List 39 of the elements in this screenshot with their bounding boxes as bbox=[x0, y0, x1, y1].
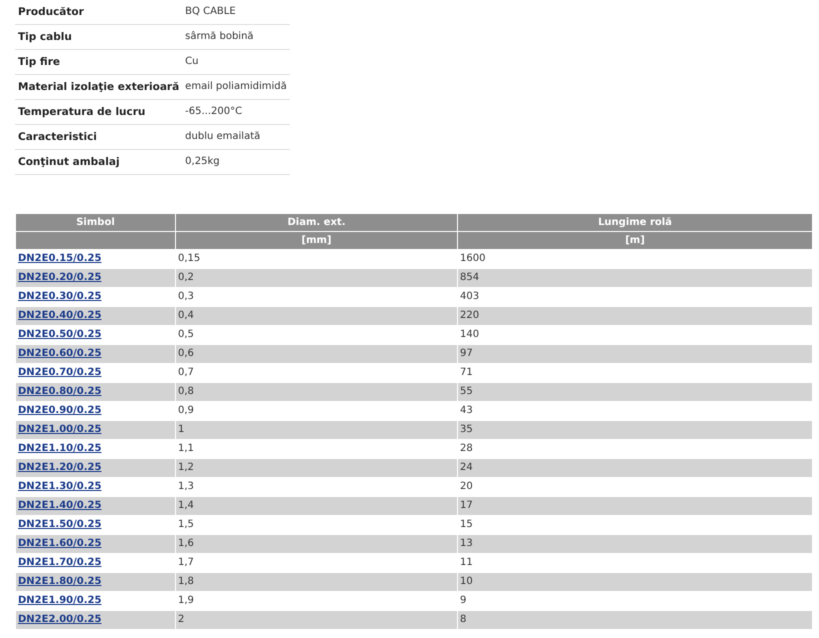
spec-value: Cu bbox=[182, 50, 290, 74]
table-cell: 854 bbox=[458, 268, 812, 288]
table-cell: 0,6 bbox=[176, 344, 458, 364]
table-cell: 0,4 bbox=[176, 306, 458, 326]
table-cell: 1,4 bbox=[176, 496, 458, 516]
table-cell: 0,2 bbox=[176, 268, 458, 288]
table-cell: 13 bbox=[458, 534, 812, 554]
spec-value: dublu emailată bbox=[182, 124, 290, 150]
spec-label: Tip fire bbox=[15, 50, 182, 74]
spec-value: email poliamidimidă bbox=[182, 74, 290, 100]
table-cell: 1,2 bbox=[176, 458, 458, 478]
table-cell: 2 bbox=[176, 610, 458, 630]
table-cell: 35 bbox=[458, 420, 812, 440]
table-cell: 1,6 bbox=[176, 534, 458, 554]
spec-value: -65...200°C bbox=[182, 100, 290, 124]
spec-label: Tip cablu bbox=[15, 24, 182, 50]
table-cell: 1,8 bbox=[176, 572, 458, 592]
spec-value: BQ CABLE bbox=[182, 0, 290, 24]
spec-label: Temperatura de lucru bbox=[15, 100, 182, 124]
spec-value: sârmă bobină bbox=[182, 24, 290, 50]
unit-header: [m] bbox=[458, 232, 812, 250]
spec-label: Caracteristici bbox=[15, 124, 182, 150]
column-header: Diam. ext. bbox=[176, 214, 458, 232]
spec-label: Conţinut ambalaj bbox=[15, 150, 182, 174]
table-cell: 10 bbox=[458, 572, 812, 592]
table-cell: 220 bbox=[458, 306, 812, 326]
spec-label: Producător bbox=[15, 0, 182, 24]
table-cell: 1 bbox=[176, 420, 458, 440]
table-cell: 24 bbox=[458, 458, 812, 478]
unit-header: [mm] bbox=[176, 232, 458, 250]
table-cell: 0,8 bbox=[176, 382, 458, 402]
table-cell: 97 bbox=[458, 344, 812, 364]
table-cell: 55 bbox=[458, 382, 812, 402]
column-header: Lungime rolă bbox=[458, 214, 812, 232]
spec-value: 0,25kg bbox=[182, 150, 290, 174]
table-cell: 17 bbox=[458, 496, 812, 516]
column-header: Simbol bbox=[16, 214, 176, 232]
spec-label: Material izolaţie exterioară bbox=[15, 74, 182, 100]
table-cell: 8 bbox=[458, 610, 812, 630]
